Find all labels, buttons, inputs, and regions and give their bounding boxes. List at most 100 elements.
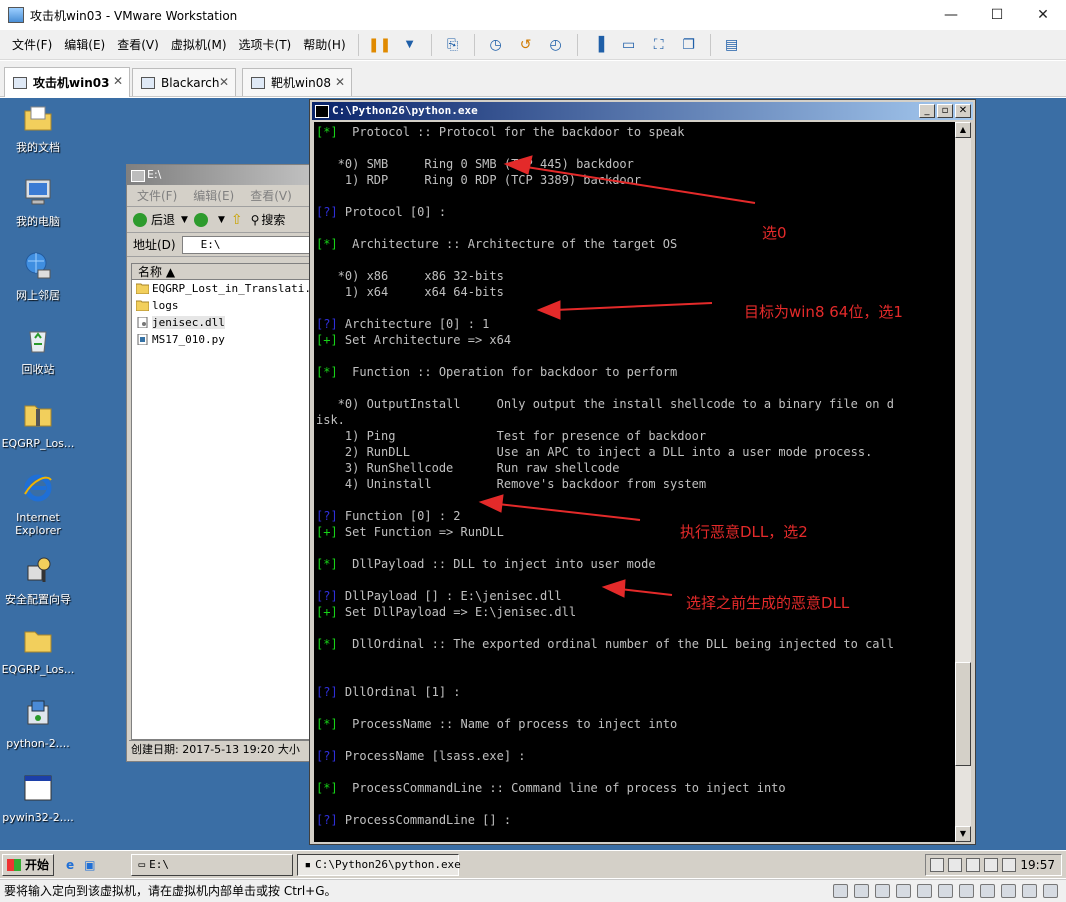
explorer-status: 创建日期: 2017-5-13 19:20 大小 — [129, 740, 311, 759]
desktop-icon-eqgrp-zip[interactable]: EQGRP_Los... — [0, 398, 76, 450]
explorer-menu-edit[interactable]: 编辑(E) — [193, 187, 234, 204]
desktop-icon-security-wizard[interactable]: 安全配置向导 — [0, 554, 76, 606]
console-view-icon[interactable]: ▭ — [617, 34, 641, 56]
console-title[interactable]: C:\Python26\python.exe — [312, 102, 973, 120]
address-input[interactable]: E:\ — [181, 235, 311, 254]
scroll-down-icon[interactable]: ▼ — [955, 826, 971, 842]
desktop-icon-internet-explorer[interactable]: Internet Explorer — [0, 472, 76, 537]
volume-icon[interactable] — [1002, 858, 1017, 872]
close-icon[interactable]: ✕ — [113, 74, 123, 88]
help-icon[interactable] — [948, 858, 963, 872]
console-line-text: 1) Ping Test for presence of backdoor — [316, 429, 707, 443]
column-header-name[interactable]: 名称 ▲ — [132, 264, 311, 280]
desktop-icon-my-computer[interactable]: 我的电脑 — [0, 176, 76, 228]
menu-file[interactable]: 文件(F) — [6, 30, 58, 60]
console-line-text: Protocol [0] : — [337, 205, 447, 219]
scroll-thumb[interactable] — [955, 662, 971, 766]
desktop-icon-network-places[interactable]: 网上邻居 — [0, 250, 76, 302]
list-item[interactable]: EQGRP_Lost_in_Translati... — [132, 280, 311, 297]
chevron-down-icon[interactable]: ▼ — [398, 34, 422, 56]
fullscreen-icon[interactable]: ⛶ — [647, 34, 671, 56]
menu-edit[interactable]: 编辑(E) — [58, 30, 111, 60]
menu-vm[interactable]: 虚拟机(M) — [165, 30, 233, 60]
cd-drive-icon[interactable] — [854, 884, 869, 898]
revert-snapshot-icon[interactable]: ↺ — [514, 34, 538, 56]
unity-icon[interactable]: ❐ — [677, 34, 701, 56]
tab-target-win08[interactable]: 靶机win08 ✕ — [242, 68, 352, 96]
show-desktop-icon[interactable]: ▣ — [84, 858, 95, 872]
desktop-icon-recycle-bin[interactable]: 回收站 — [0, 324, 76, 376]
python-console-window[interactable]: C:\Python26\python.exe _ ▫ ✕ [*] Protoco… — [310, 100, 975, 844]
menu-help[interactable]: 帮助(H) — [297, 30, 351, 60]
bluetooth-icon[interactable] — [938, 884, 953, 898]
vm-icon — [13, 76, 27, 89]
sound-icon[interactable] — [959, 884, 974, 898]
floppy-icon[interactable] — [875, 884, 890, 898]
menu-tabs[interactable]: 选项卡(T) — [233, 30, 298, 60]
up-folder-icon[interactable]: ⇧ — [231, 212, 243, 228]
scroll-up-icon[interactable]: ▲ — [955, 122, 971, 138]
ie-quicklaunch-icon[interactable]: e — [66, 858, 74, 872]
desktop-icon-eqgrp-folder[interactable]: EQGRP_Los... — [0, 624, 76, 676]
console-scrollbar[interactable]: ▲ ▼ — [955, 122, 971, 842]
stretch-icon[interactable] — [1043, 884, 1058, 898]
address-label: 地址(D) — [133, 238, 176, 252]
sidebar-toggle-icon[interactable]: ▐ — [587, 34, 611, 56]
menu-view[interactable]: 查看(V) — [111, 30, 165, 60]
snapshot-icon[interactable]: ◷ — [484, 34, 508, 56]
console-line-tag: [?] — [316, 589, 338, 603]
back-button[interactable]: 后退 — [151, 211, 175, 228]
security-icon[interactable] — [966, 858, 981, 872]
list-item[interactable]: logs — [132, 297, 311, 314]
start-button[interactable]: 开始 — [2, 853, 54, 876]
chevron-down-icon[interactable]: ▼ — [181, 215, 188, 225]
maximize-button[interactable]: ☐ — [974, 0, 1020, 30]
chevron-down-icon[interactable]: ▼ — [218, 215, 225, 225]
console-line: [?] ProcessCommandLine [] : — [316, 812, 511, 828]
hard-disk-icon[interactable] — [833, 884, 848, 898]
close-button[interactable]: ✕ — [1020, 0, 1066, 30]
console-line: [+] Set Architecture => x64 — [316, 332, 511, 348]
desktop-icon-pywin32[interactable]: pywin32-2.... — [0, 772, 76, 824]
list-item[interactable]: MS17_010.py — [132, 331, 311, 348]
tab-attack-win03[interactable]: 攻击机win03 ✕ — [4, 67, 130, 97]
list-item[interactable]: jenisec.dll — [132, 314, 311, 331]
explorer-window[interactable]: E:\ 文件(F) 编辑(E) 查看(V) 后退 ▼ ▼ ⇧ ⚲ 搜索 地址(D… — [126, 164, 312, 762]
search-icon[interactable]: ⚲ — [251, 213, 260, 227]
annotation-select-0: 选0 — [762, 224, 787, 242]
minimize-button[interactable]: — — [928, 0, 974, 30]
display-icon[interactable] — [1001, 884, 1016, 898]
search-button[interactable]: 搜索 — [261, 211, 285, 228]
desktop-icon-my-documents[interactable]: 我的文档 — [0, 102, 76, 154]
network-adapter-icon[interactable] — [896, 884, 911, 898]
console-minimize-button[interactable]: _ — [919, 104, 935, 118]
input-method-icon[interactable] — [930, 858, 945, 872]
console-line-text: DllPayload :: DLL to inject into user mo… — [337, 557, 656, 571]
console-output[interactable]: [*] Protocol :: Protocol for the backdoo… — [314, 122, 957, 842]
explorer-menu-file[interactable]: 文件(F) — [137, 187, 177, 204]
console-line-text: ProcessName :: Name of process to inject… — [337, 717, 678, 731]
printer-icon[interactable] — [980, 884, 995, 898]
close-icon[interactable]: ✕ — [219, 75, 229, 89]
desktop-icon-python-installer[interactable]: python-2.... — [0, 698, 76, 750]
forward-icon[interactable] — [193, 212, 208, 227]
console-maximize-button[interactable]: ▫ — [937, 104, 953, 118]
console-line-text: 1) RDP Ring 0 RDP (TCP 3389) backdoor — [316, 173, 642, 187]
send-keys-icon[interactable]: ⎘ — [441, 34, 465, 56]
close-icon[interactable]: ✕ — [335, 75, 345, 89]
network-icon[interactable] — [984, 858, 999, 872]
console-close-button[interactable]: ✕ — [955, 104, 971, 118]
taskbar-item-console[interactable]: ▪ C:\Python26\python.exe — [297, 853, 461, 876]
tab-blackarch[interactable]: Blackarch ✕ — [132, 68, 236, 96]
message-icon[interactable] — [1022, 884, 1037, 898]
back-icon[interactable] — [133, 212, 147, 227]
taskbar-item-explorer[interactable]: ▭ E:\ — [131, 853, 294, 876]
usb-icon[interactable] — [917, 884, 932, 898]
snapshot-manager-icon[interactable]: ◴ — [544, 34, 568, 56]
console-line-text: *0) x86 x86 32-bits — [316, 269, 504, 283]
pause-icon[interactable]: ❚❚ — [368, 34, 392, 56]
library-view-icon[interactable]: ▤ — [720, 34, 744, 56]
explorer-title[interactable]: E:\ — [127, 165, 311, 185]
explorer-menu-view[interactable]: 查看(V) — [250, 187, 292, 204]
vm-icon — [141, 76, 155, 89]
